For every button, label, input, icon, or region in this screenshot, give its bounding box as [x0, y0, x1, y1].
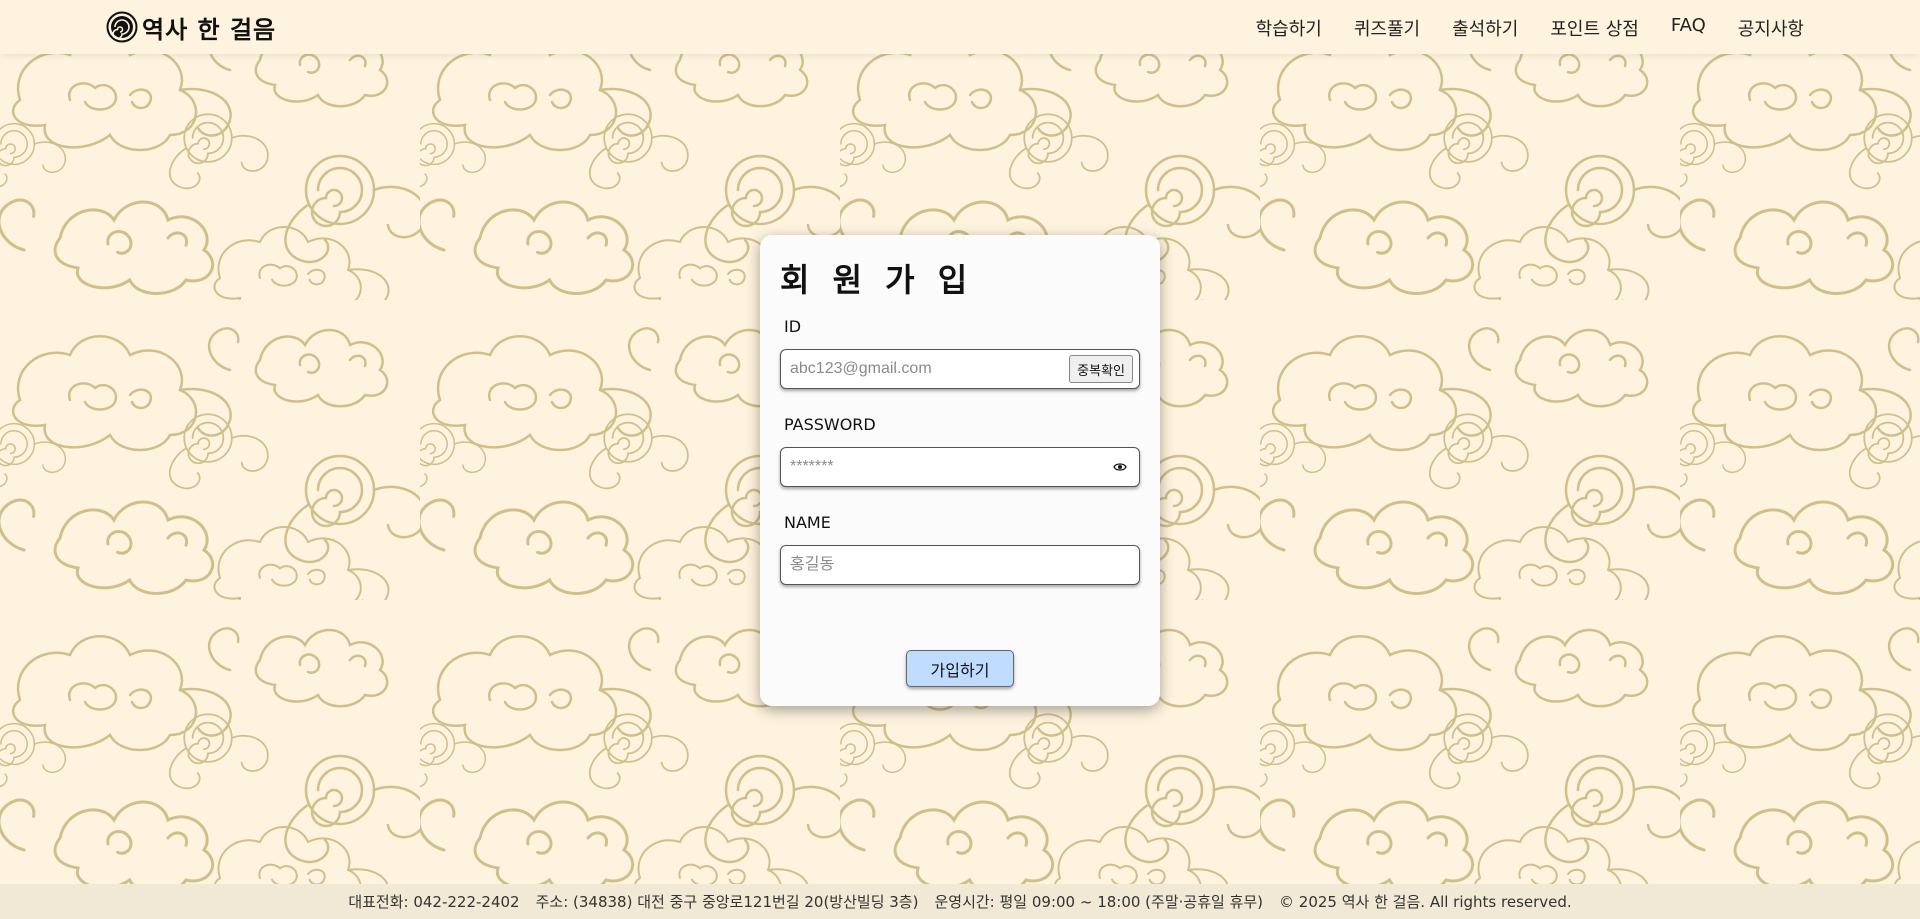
main-nav: 학습하기 퀴즈풀기 출석하기 포인트 상점 FAQ 공지사항 [1256, 15, 1804, 41]
nav-item-faq[interactable]: FAQ [1671, 15, 1706, 41]
password-input[interactable] [781, 448, 1107, 486]
eye-icon[interactable] [1107, 454, 1133, 480]
nav-item-attendance[interactable]: 출석하기 [1452, 15, 1518, 41]
page-footer: 대표전화: 042-222-2402 주소: (34838) 대전 중구 중앙로… [0, 884, 1920, 919]
nav-item-point-shop[interactable]: 포인트 상점 [1550, 15, 1639, 41]
footer-copyright: © 2025 역사 한 걸음. All rights reserved. [1279, 893, 1572, 911]
password-label: PASSWORD [784, 415, 876, 434]
signup-card: 회 원 가 입 ID 중복확인 PASSWORD NAME 가입하기 [760, 235, 1160, 706]
nav-item-notice[interactable]: 공지사항 [1738, 15, 1804, 41]
name-input[interactable] [781, 546, 1139, 584]
signup-submit-button[interactable]: 가입하기 [906, 650, 1014, 687]
id-label: ID [784, 317, 802, 336]
page-title: 회 원 가 입 [780, 261, 974, 299]
logo-link[interactable]: 역사 한 걸음 [106, 10, 276, 44]
nav-item-study[interactable]: 학습하기 [1256, 15, 1322, 41]
password-field-wrapper [780, 447, 1140, 487]
top-header: 역사 한 걸음 학습하기 퀴즈풀기 출석하기 포인트 상점 FAQ 공지사항 [0, 0, 1920, 54]
duplicate-check-button[interactable]: 중복확인 [1069, 355, 1133, 383]
spiral-emblem-icon [106, 11, 138, 43]
id-field-wrapper: 중복확인 [780, 349, 1140, 389]
name-field-wrapper [780, 545, 1140, 585]
footer-phone: 대표전화: 042-222-2402 [348, 893, 520, 911]
name-label: NAME [784, 513, 831, 532]
id-input[interactable] [781, 350, 1070, 388]
logo-text: 역사 한 걸음 [142, 15, 277, 44]
nav-item-quiz[interactable]: 퀴즈풀기 [1354, 15, 1420, 41]
footer-address: 주소: (34838) 대전 중구 중앙로121번길 20(방산빌딩 3층) [535, 893, 919, 911]
footer-hours: 운영시간: 평일 09:00 ~ 18:00 (주말·공휴일 휴무) [934, 893, 1264, 911]
